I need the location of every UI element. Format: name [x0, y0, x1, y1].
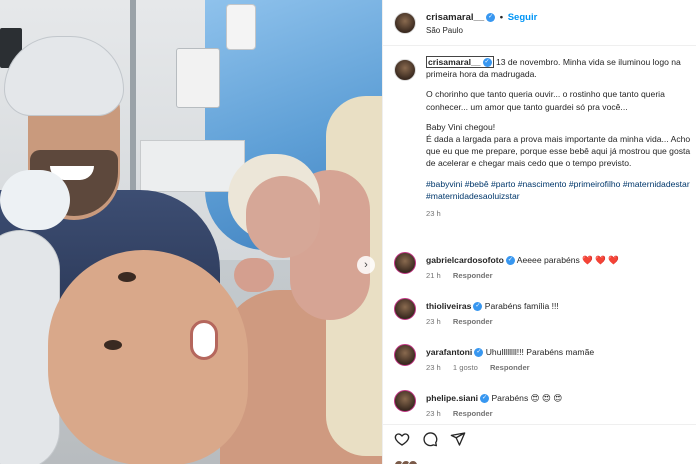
verified-badge-icon: ✓	[474, 348, 484, 358]
comment-username[interactable]: gabrielcardosofoto	[426, 255, 504, 265]
photo-woman-eye	[104, 340, 122, 350]
verified-badge-icon: ✓	[473, 302, 483, 312]
verified-badge-icon: ✓	[505, 256, 515, 266]
comment-meta: 23 h Responder	[426, 409, 503, 418]
post-photo[interactable]: ›	[0, 0, 382, 464]
comment-meta: 23 h 1 gosto Responder	[426, 363, 540, 372]
avatar[interactable]	[394, 298, 416, 320]
comment-meta: 23 h Responder	[426, 317, 503, 326]
comment-item: yarafantoni ✓ Uhullllllll!!! Parabéns mam…	[394, 344, 694, 380]
comment-text-row: gabrielcardosofoto ✓ Aeeee parabéns ❤️ ❤️…	[426, 255, 694, 266]
avatar[interactable]	[394, 59, 416, 81]
post-header: crisamaral__ ✓ • Seguir São Paulo	[383, 0, 696, 46]
comment-username[interactable]: phelipe.siani	[426, 393, 478, 403]
photo-woman-face	[48, 250, 248, 464]
post-actions-bar	[383, 424, 696, 464]
follow-button[interactable]: Seguir	[508, 12, 538, 23]
comment-item: thioliveiras ✓ Parabéns família !!! 23 h …	[394, 298, 694, 334]
comment-item: gabrielcardosofoto ✓ Aeeee parabéns ❤️ ❤️…	[394, 252, 694, 288]
comment-text: Aeeee parabéns ❤️ ❤️ ❤️	[516, 255, 620, 265]
photo-baby-hand	[234, 258, 274, 292]
liked-by-avatars[interactable]	[394, 457, 454, 464]
comment-time: 23 h	[426, 363, 441, 372]
reply-button[interactable]: Responder	[490, 363, 530, 372]
photo-dispenser	[226, 4, 256, 50]
separator-dot: •	[499, 12, 504, 23]
comment-text-row: thioliveiras ✓ Parabéns família !!!	[426, 301, 694, 312]
caption-first-paragraph: crisamaral__ ✓ 13 de novembro. Minha vida…	[426, 56, 696, 80]
caption-body: crisamaral__ ✓ 13 de novembro. Minha vida…	[426, 56, 696, 220]
comment-likes[interactable]: 1 gosto	[453, 363, 478, 372]
comment-text-row: phelipe.siani ✓ Parabéns 😍 😍 😍	[426, 393, 694, 404]
photo-woman-smile	[190, 320, 218, 360]
avatar[interactable]	[394, 252, 416, 274]
reply-button[interactable]: Responder	[453, 317, 493, 326]
avatar[interactable]	[394, 390, 416, 412]
verified-badge-icon: ✓	[482, 58, 492, 68]
photo-woman-eye	[118, 272, 136, 282]
photo-mask	[0, 170, 70, 230]
caption-hashtags[interactable]: #babyvini #bebê #parto #nascimento #prim…	[426, 178, 696, 202]
verified-badge-icon: ✓	[480, 394, 490, 404]
comment-time: 23 h	[426, 317, 441, 326]
comment-text: Parabéns 😍 😍 😍	[491, 393, 563, 403]
avatar[interactable]	[394, 344, 416, 366]
comment-time: 21 h	[426, 271, 441, 280]
reply-button[interactable]: Responder	[453, 271, 493, 280]
comment-meta: 21 h Responder	[426, 271, 503, 280]
comment-username[interactable]: yarafantoni	[426, 347, 472, 357]
post-side-panel: crisamaral__ ✓ • Seguir São Paulo crisama…	[382, 0, 696, 464]
caption-timestamp: 23 h	[426, 209, 441, 219]
photo-iv-pole	[130, 0, 136, 190]
verified-badge-icon: ✓	[486, 12, 496, 22]
comment-icon[interactable]	[422, 431, 438, 447]
caption-paragraph-3: Baby Vini chegou! É dada a largada para …	[426, 121, 691, 169]
photo-baby-face	[246, 176, 320, 258]
chevron-right-icon[interactable]: ›	[357, 256, 375, 274]
comment-text: Parabéns família !!!	[484, 301, 559, 311]
photo-device	[176, 48, 220, 108]
comment-text-row: yarafantoni ✓ Uhullllllll!!! Parabéns mam…	[426, 347, 694, 358]
share-icon[interactable]	[450, 431, 466, 447]
avatar[interactable]	[394, 12, 416, 34]
comment-item: phelipe.siani ✓ Parabéns 😍 😍 😍 23 h Respo…	[394, 390, 694, 426]
header-user-row: crisamaral__ ✓ • Seguir	[426, 12, 537, 23]
comment-text: Uhullllllll!!! Parabéns mamãe	[485, 347, 595, 357]
avatar	[408, 460, 418, 464]
header-username[interactable]: crisamaral__	[426, 12, 484, 23]
comment-username[interactable]: thioliveiras	[426, 301, 471, 311]
heart-icon[interactable]	[394, 431, 410, 447]
caption-paragraph-2: O chorinho que tanto queria ouvir... o r…	[426, 89, 665, 112]
location-link[interactable]: São Paulo	[426, 26, 463, 35]
caption-username-text: crisamaral__	[428, 57, 481, 67]
caption-username[interactable]: crisamaral__ ✓	[426, 56, 494, 68]
reply-button[interactable]: Responder	[453, 409, 493, 418]
comment-time: 23 h	[426, 409, 441, 418]
